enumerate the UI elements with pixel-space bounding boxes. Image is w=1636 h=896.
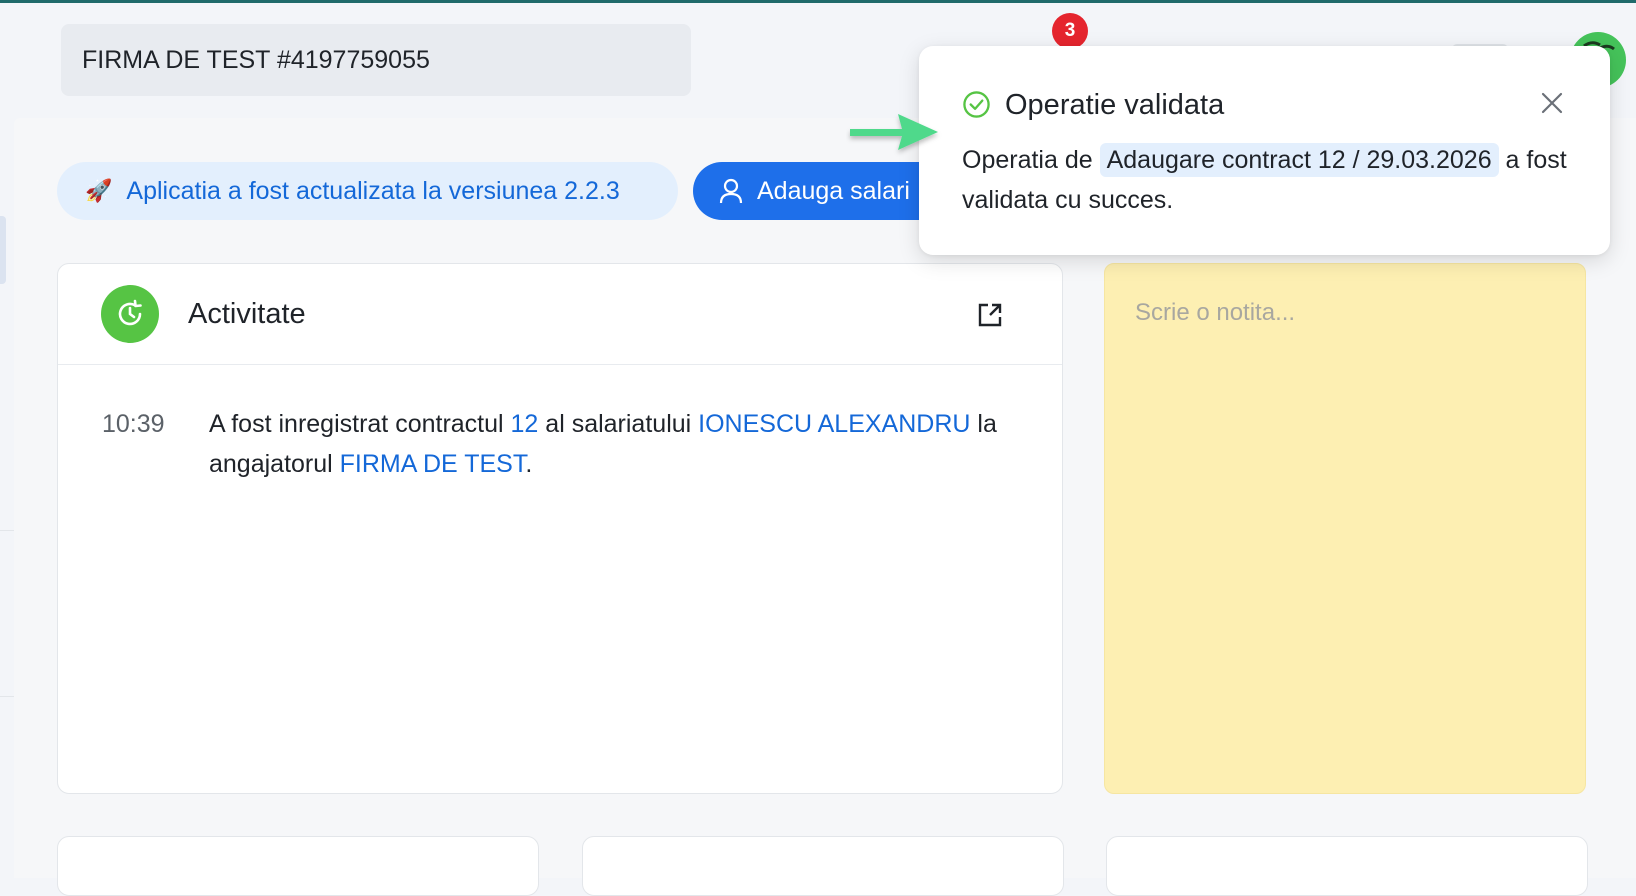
activity-card: Activitate 10:39 A fost inregistrat cont…	[57, 263, 1063, 794]
sidebar-divider	[0, 530, 14, 531]
activity-title: Activitate	[188, 298, 306, 330]
open-external-icon[interactable]	[976, 301, 1004, 329]
activity-history-icon	[101, 285, 159, 343]
activity-text-part: .	[525, 450, 533, 478]
green-arrow-icon	[850, 114, 938, 150]
add-employee-button[interactable]: Adauga salari	[693, 162, 953, 220]
close-icon[interactable]	[1539, 90, 1565, 116]
notification-badge[interactable]: 3	[1052, 13, 1088, 49]
toast-message: Operatia de Adaugare contract 12 / 29.03…	[962, 140, 1582, 220]
toast-title: Operatie validata	[1005, 89, 1225, 121]
check-circle-icon	[963, 91, 990, 118]
success-toast: Operatie validata Operatia de Adaugare c…	[919, 46, 1610, 255]
activity-text-part: al salariatului	[538, 410, 699, 438]
update-banner[interactable]: 🚀 Aplicatia a fost actualizata la versiu…	[57, 162, 678, 220]
sidebar-divider	[0, 696, 14, 697]
company-name: FIRMA DE TEST #4197759055	[82, 45, 430, 74]
employee-link[interactable]: IONESCU ALEXANDRU	[698, 410, 970, 438]
top-accent-line	[0, 0, 1636, 3]
dashboard-card	[1106, 836, 1588, 896]
toast-operation-highlight: Adaugare contract 12 / 29.03.2026	[1099, 143, 1499, 177]
notes-textarea[interactable]: Scrie o notita...	[1104, 263, 1586, 794]
dashboard-card	[57, 836, 539, 896]
notes-placeholder: Scrie o notita...	[1135, 299, 1296, 326]
activity-time: 10:39	[102, 410, 165, 438]
company-selector[interactable]: FIRMA DE TEST #4197759055	[61, 24, 691, 96]
dashboard-card	[582, 836, 1064, 896]
employer-link[interactable]: FIRMA DE TEST	[340, 450, 526, 478]
rocket-icon: 🚀	[85, 178, 113, 203]
activity-card-header: Activitate	[58, 264, 1062, 365]
toast-message-prefix: Operatia de	[962, 146, 1100, 174]
activity-text-part: A fost inregistrat contractul	[209, 410, 511, 438]
sidebar-active-indicator	[0, 216, 6, 284]
update-banner-text: Aplicatia a fost actualizata la versiune…	[126, 176, 620, 205]
activity-text: A fost inregistrat contractul 12 al sala…	[209, 404, 1039, 484]
add-employee-label: Adauga salari	[757, 176, 910, 205]
contract-link[interactable]: 12	[511, 410, 539, 438]
user-icon	[719, 178, 743, 204]
